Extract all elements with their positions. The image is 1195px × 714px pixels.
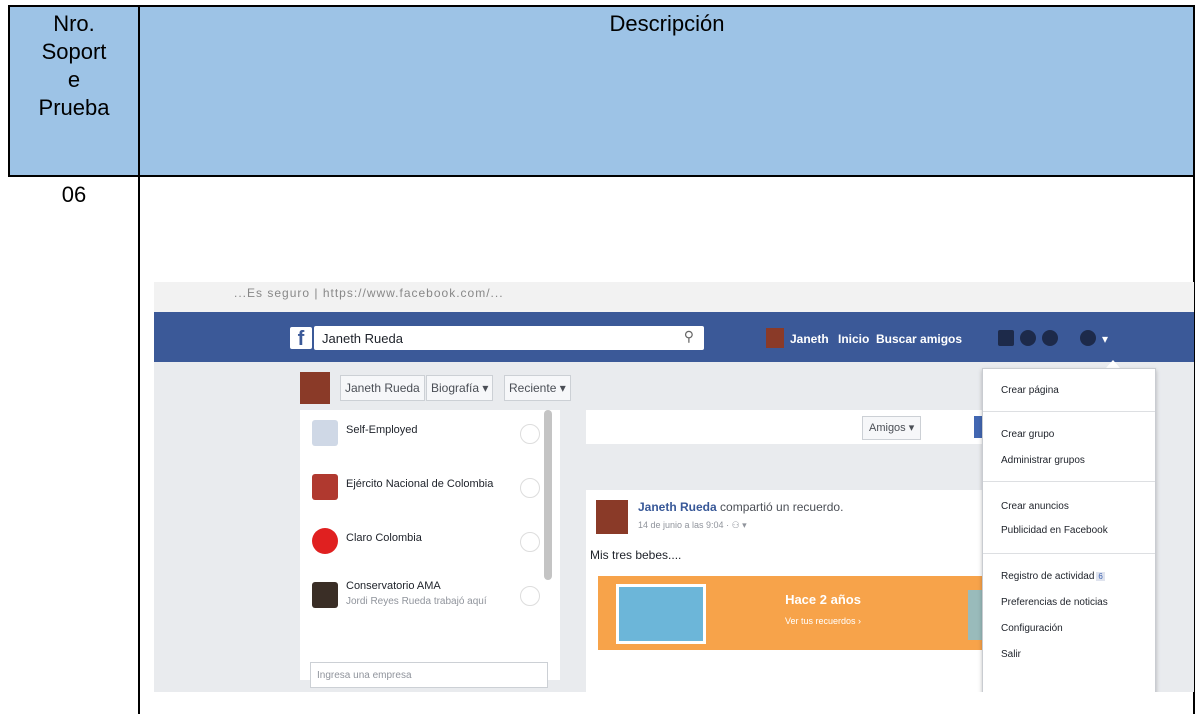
- radio-icon[interactable]: [520, 586, 540, 606]
- search-box[interactable]: ⚲: [314, 326, 704, 350]
- profile-tabs: Janeth Rueda Biografía ▾ Reciente ▾: [300, 372, 582, 404]
- list-item[interactable]: Self-Employed: [300, 410, 540, 460]
- activity-count-badge: 6: [1096, 572, 1105, 581]
- header-nro-line: Nro.: [53, 11, 95, 36]
- browser-address-text: ...Es seguro | https://www.facebook.com/…: [234, 286, 504, 300]
- facebook-logo-icon[interactable]: f: [290, 327, 312, 350]
- avatar[interactable]: [766, 328, 784, 348]
- friend-requests-icon[interactable]: [998, 330, 1014, 346]
- company-name: Claro Colombia: [346, 532, 422, 544]
- notifications-icon[interactable]: [1042, 330, 1058, 346]
- row-number: 06: [61, 182, 87, 207]
- help-icon[interactable]: [1080, 330, 1096, 346]
- tab-biography[interactable]: Biografía ▾: [426, 375, 494, 401]
- company-list: Self-Employed Ejército Nacional de Colom…: [300, 410, 560, 680]
- header-nro-line: Prueba: [38, 95, 110, 120]
- post-action: compartió un recuerdo.: [720, 500, 844, 514]
- header-nro-line: Soport: [41, 39, 107, 64]
- header-nro-line: e: [67, 67, 81, 92]
- memory-banner[interactable]: Hace 2 años Ver tus recuerdos ›: [598, 576, 998, 650]
- company-name: Ejército Nacional de Colombia: [346, 478, 494, 490]
- company-input[interactable]: Ingresa una empresa: [310, 662, 548, 688]
- nav-profile-link[interactable]: Janeth: [790, 332, 829, 346]
- facebook-top-bar: f ⚲ Janeth Inicio Buscar amigos ▾: [154, 312, 1194, 362]
- header-nro-soporte: Nro. Soport e Prueba: [10, 10, 138, 122]
- company-logo-icon: [312, 474, 338, 500]
- list-item[interactable]: Ejército Nacional de Colombia: [300, 464, 540, 514]
- friends-button[interactable]: Amigos ▾: [862, 416, 922, 440]
- divider: [983, 411, 1155, 412]
- menu-item-activity-log[interactable]: Registro de actividad 6: [1001, 571, 1105, 582]
- list-item[interactable]: Claro Colombia: [300, 518, 540, 568]
- account-menu-caret-icon[interactable]: ▾: [1102, 332, 1108, 346]
- memory-title: Hace 2 años: [785, 592, 861, 607]
- post-timestamp[interactable]: 14 de junio a las 9:04 · ⚇ ▾: [638, 520, 747, 531]
- tab-recent[interactable]: Reciente ▾: [504, 375, 571, 401]
- menu-item-news-preferences[interactable]: Preferencias de noticias: [1001, 597, 1108, 608]
- radio-icon[interactable]: [520, 532, 540, 552]
- company-name: Conservatorio AMA: [346, 580, 441, 592]
- nav-find-friends-link[interactable]: Buscar amigos: [876, 332, 962, 346]
- messages-icon[interactable]: [1020, 330, 1036, 346]
- radio-icon[interactable]: [520, 478, 540, 498]
- memory-illustration: [616, 584, 706, 644]
- post-text: Mis tres bebes....: [590, 548, 682, 562]
- activity-log-label: Registro de actividad: [1001, 571, 1095, 582]
- header-descripcion: Descripción: [609, 11, 725, 36]
- table-border-top: [8, 5, 1195, 7]
- company-logo-icon: [312, 582, 338, 608]
- post-title: Janeth Rueda compartió un recuerdo.: [638, 500, 843, 514]
- company-name: Self-Employed: [346, 424, 418, 436]
- divider: [983, 553, 1155, 554]
- scrollbar[interactable]: [544, 410, 552, 580]
- friends-bar: Amigos ▾ Pu: [586, 410, 1006, 444]
- search-icon[interactable]: ⚲: [684, 328, 694, 345]
- nav-home-link[interactable]: Inicio: [838, 332, 869, 346]
- account-dropdown-menu: Crear página Crear grupo Administrar gru…: [982, 368, 1156, 692]
- radio-icon[interactable]: [520, 424, 540, 444]
- avatar[interactable]: [300, 372, 330, 404]
- company-logo-icon: [312, 528, 338, 554]
- menu-item-create-page[interactable]: Crear página: [1001, 385, 1059, 396]
- tab-profile-name[interactable]: Janeth Rueda: [340, 375, 425, 401]
- menu-item-create-ads[interactable]: Crear anuncios: [1001, 501, 1069, 512]
- page-content: Janeth Rueda Biografía ▾ Reciente ▾ Self…: [154, 360, 1194, 692]
- dropdown-caret-icon: [1106, 360, 1120, 368]
- menu-item-manage-groups[interactable]: Administrar grupos: [1001, 455, 1085, 466]
- menu-item-settings[interactable]: Configuración: [1001, 623, 1063, 634]
- menu-item-create-group[interactable]: Crear grupo: [1001, 429, 1054, 440]
- divider: [983, 481, 1155, 482]
- browser-address-bar[interactable]: ...Es seguro | https://www.facebook.com/…: [154, 282, 1194, 312]
- list-item[interactable]: Conservatorio AMA Jordi Reyes Rueda trab…: [300, 572, 540, 622]
- menu-item-fb-advertising[interactable]: Publicidad en Facebook: [1001, 525, 1108, 536]
- avatar[interactable]: [596, 500, 628, 534]
- search-input[interactable]: [320, 326, 664, 350]
- facebook-screenshot: ...Es seguro | https://www.facebook.com/…: [154, 282, 1194, 692]
- post-card: Janeth Rueda compartió un recuerdo. 14 d…: [586, 490, 1006, 692]
- post-author-link[interactable]: Janeth Rueda: [638, 500, 717, 514]
- menu-item-logout[interactable]: Salir: [1001, 649, 1021, 660]
- company-logo-icon: [312, 420, 338, 446]
- table-border-header: [8, 175, 1195, 177]
- table-border-col: [138, 5, 140, 714]
- memory-link[interactable]: Ver tus recuerdos ›: [748, 616, 898, 626]
- company-subtitle: Jordi Reyes Rueda trabajó aquí: [346, 596, 487, 607]
